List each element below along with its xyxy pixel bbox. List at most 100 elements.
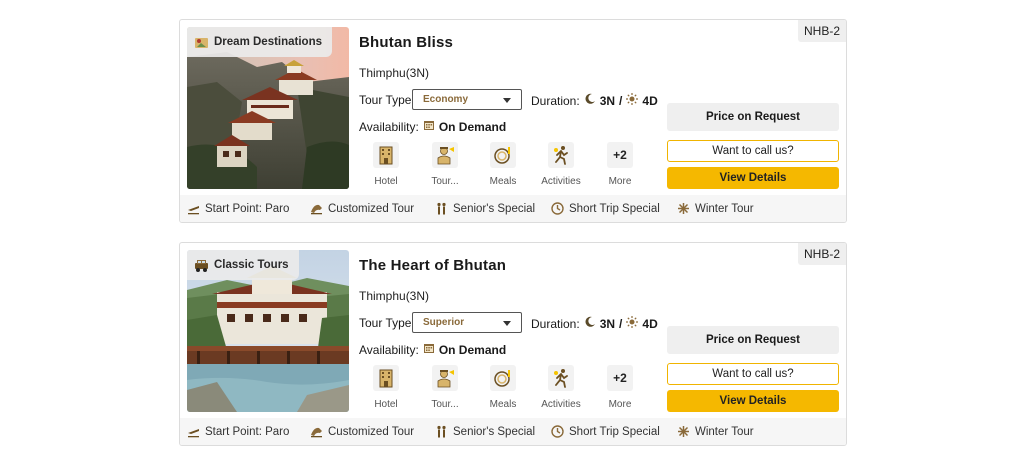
view-details-button[interactable]: View Details: [667, 167, 839, 189]
amenity-meals: Meals: [478, 365, 528, 410]
short-trip-icon: [551, 202, 564, 215]
category-label: Dream Destinations: [214, 36, 323, 48]
amenity-label: Tour...: [431, 176, 459, 187]
amenity-tour: Tour...: [420, 142, 470, 187]
tag-label: Customized Tour: [328, 202, 415, 215]
tour-guide-icon: [432, 365, 458, 391]
view-details-button[interactable]: View Details: [667, 390, 839, 412]
tour-type-select[interactable]: Economy: [412, 89, 522, 110]
call-us-button[interactable]: Want to call us?: [667, 140, 839, 162]
duration-label: Duration:: [531, 316, 580, 331]
amenity-label: Meals: [489, 176, 517, 187]
amenity-label: Tour...: [431, 399, 459, 410]
availability: Availability: On Demand: [359, 119, 506, 134]
duration: Duration: 3N / 4D: [531, 93, 658, 108]
tour-guide-icon: [432, 142, 458, 168]
meals-icon: [490, 365, 516, 391]
package-card[interactable]: NHB-2: [179, 19, 847, 223]
package-code-badge: NHB-2: [798, 20, 846, 42]
call-us-button[interactable]: Want to call us?: [667, 363, 839, 385]
moon-icon: [584, 316, 596, 331]
tags-bar: Start Point: Paro Customized Tour Senior…: [180, 418, 846, 445]
availability-value: On Demand: [438, 342, 507, 357]
package-thumbnail[interactable]: Dream Destinations: [187, 27, 349, 189]
chevron-down-icon: [503, 98, 511, 103]
tag-winter: Winter Tour: [677, 202, 754, 215]
tag-label: Short Trip Special: [569, 202, 660, 215]
category-label: Classic Tours: [214, 259, 289, 271]
package-city: Thimphu(3N): [359, 66, 430, 80]
category-badge: Dream Destinations: [187, 27, 333, 57]
tag-label: Winter Tour: [695, 202, 754, 215]
duration-label: Duration:: [531, 93, 580, 108]
nights-value: 3N: [599, 316, 616, 331]
chevron-down-icon: [503, 321, 511, 326]
availability-label: Availability:: [359, 342, 419, 357]
tag-label: Start Point: Paro: [205, 202, 290, 215]
jeep-icon: [194, 258, 209, 273]
amenity-meals: Meals: [478, 142, 528, 187]
availability-value: On Demand: [438, 119, 507, 134]
tour-type-value: Superior: [423, 317, 465, 328]
amenity-activities: Activities: [536, 365, 586, 410]
package-card[interactable]: NHB-2: [179, 242, 847, 446]
tag-winter: Winter Tour: [677, 425, 754, 438]
tag-label: Winter Tour: [695, 425, 754, 438]
amenity-hotel: Hotel: [361, 142, 411, 187]
tag-start-point: Start Point: Paro: [187, 202, 289, 215]
price-label: Price on Request: [667, 326, 839, 354]
category-badge: Classic Tours: [187, 250, 299, 280]
package-thumbnail[interactable]: Classic Tours: [187, 250, 349, 412]
package-title[interactable]: Bhutan Bliss: [359, 34, 453, 51]
snowflake-icon: [677, 202, 690, 215]
sun-icon: [626, 93, 639, 108]
tag-short-trip: Short Trip Special: [551, 425, 660, 438]
customized-tour-icon: [310, 202, 323, 215]
package-title[interactable]: The Heart of Bhutan: [359, 257, 506, 274]
amenity-label: Activities: [541, 176, 581, 187]
tour-type-label: Tour Type: [359, 93, 412, 107]
customized-tour-icon: [310, 425, 323, 438]
plane-icon: [187, 202, 200, 215]
amenity-tour: Tour...: [420, 365, 470, 410]
senior-icon: [435, 425, 448, 438]
amenity-more[interactable]: +2 More: [595, 365, 645, 410]
moon-icon: [584, 93, 596, 108]
availability-label: Availability:: [359, 119, 419, 134]
hotel-icon: [373, 142, 399, 168]
tag-customized: Customized Tour: [310, 425, 414, 438]
amenity-label: Hotel: [374, 399, 398, 410]
tag-label: Senior's Special: [453, 202, 536, 215]
tag-start-point: Start Point: Paro: [187, 425, 289, 438]
tag-customized: Customized Tour: [310, 202, 414, 215]
more-count[interactable]: +2: [607, 365, 633, 391]
more-count[interactable]: +2: [607, 142, 633, 168]
tour-type-select[interactable]: Superior: [412, 312, 522, 333]
calendar-icon: [423, 119, 435, 134]
tag-label: Start Point: Paro: [205, 425, 290, 438]
tag-senior: Senior's Special: [435, 202, 535, 215]
tour-type-label: Tour Type: [359, 316, 412, 330]
hotel-icon: [373, 365, 399, 391]
activities-icon: [548, 142, 574, 168]
amenity-hotel: Hotel: [361, 365, 411, 410]
tag-label: Customized Tour: [328, 425, 415, 438]
amenity-more[interactable]: +2 More: [595, 142, 645, 187]
package-city: Thimphu(3N): [359, 289, 430, 303]
tour-type-value: Economy: [423, 94, 469, 105]
activities-icon: [548, 365, 574, 391]
amenity-label: Activities: [541, 399, 581, 410]
duration: Duration: 3N / 4D: [531, 316, 658, 331]
amenity-label: Hotel: [374, 176, 398, 187]
tags-bar: Start Point: Paro Customized Tour Senior…: [180, 195, 846, 222]
short-trip-icon: [551, 425, 564, 438]
amenity-activities: Activities: [536, 142, 586, 187]
senior-icon: [435, 202, 448, 215]
nights-value: 3N: [599, 93, 616, 108]
amenity-label: Meals: [489, 399, 517, 410]
sun-icon: [626, 316, 639, 331]
days-value: 4D: [642, 316, 658, 331]
duration-separator: /: [619, 316, 623, 331]
amenity-label: More: [608, 399, 632, 410]
availability: Availability: On Demand: [359, 342, 506, 357]
